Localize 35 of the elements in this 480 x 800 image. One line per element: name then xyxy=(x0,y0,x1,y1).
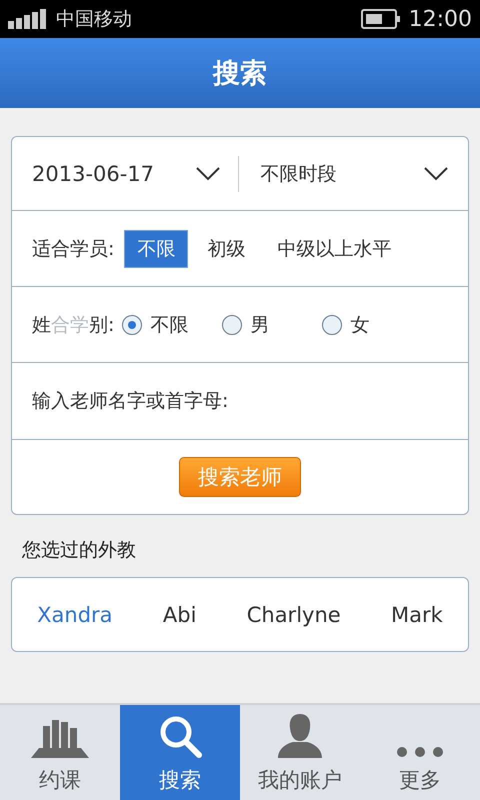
teacher-name[interactable]: Charlyne xyxy=(246,602,341,626)
chevron-down-icon xyxy=(424,166,448,180)
more-icon xyxy=(396,746,444,758)
tab-item[interactable]: 搜索 xyxy=(120,705,240,800)
name-label: 输入老师名字或首字母: xyxy=(32,389,228,414)
search-icon xyxy=(158,714,202,758)
tab-item[interactable]: 约课 xyxy=(0,705,120,800)
page-title: 搜索 xyxy=(213,57,267,91)
chevron-down-icon xyxy=(196,166,220,180)
date-select[interactable]: 2013-06-17 xyxy=(32,156,238,192)
tab-item[interactable]: 更多 xyxy=(360,705,480,800)
gender-radio[interactable]: 男 xyxy=(222,312,322,338)
level-option[interactable]: 初级 xyxy=(194,230,258,268)
radio-icon[interactable] xyxy=(122,314,142,334)
level-label: 适合学员: xyxy=(32,236,114,262)
teacher-name[interactable]: Mark xyxy=(391,602,443,626)
teacher-name[interactable]: Xandra xyxy=(37,602,113,626)
person-icon xyxy=(278,714,322,758)
clock-time: 12:00 xyxy=(408,6,472,32)
period-select[interactable]: 不限时段 xyxy=(238,156,448,192)
gender-radio[interactable]: 不限 xyxy=(122,312,222,338)
battery-icon xyxy=(360,9,401,29)
section-title: 您选过的外教 xyxy=(22,538,137,563)
teacher-name[interactable]: Abi xyxy=(162,602,196,626)
radio-icon[interactable] xyxy=(222,314,242,334)
level-option[interactable]: 中级以上水平 xyxy=(264,230,404,268)
gender-radio[interactable]: 女 xyxy=(322,312,422,338)
gender-label: 合学 xyxy=(51,312,89,338)
carrier-name: 中国移动 xyxy=(56,7,132,32)
signal-icon xyxy=(8,9,48,29)
tab-item[interactable]: 我的账户 xyxy=(240,705,360,800)
level-option[interactable]: 不限 xyxy=(124,230,188,268)
gender-label: 姓 xyxy=(32,312,51,338)
radio-icon[interactable] xyxy=(322,314,342,334)
gender-label: 别: xyxy=(89,312,114,338)
